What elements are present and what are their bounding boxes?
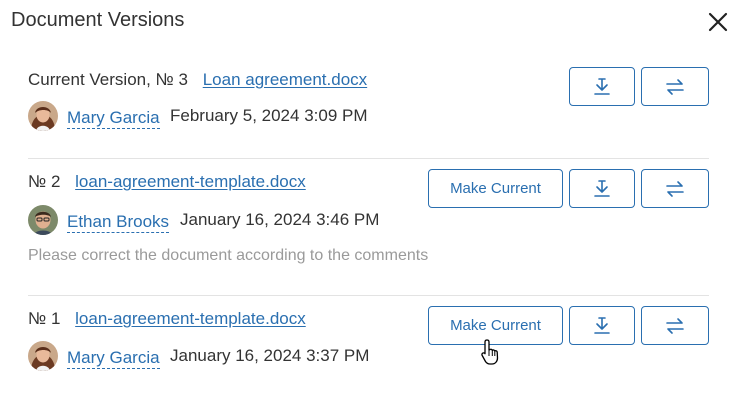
- hand-cursor-icon: [480, 338, 502, 371]
- file-link[interactable]: loan-agreement-template.docx: [75, 172, 306, 191]
- download-button[interactable]: [569, 67, 635, 106]
- version-date: January 16, 2024 3:46 PM: [180, 210, 380, 229]
- version-comment: Please correct the document according to…: [28, 247, 429, 264]
- close-icon[interactable]: [704, 8, 732, 36]
- avatar: [28, 205, 58, 235]
- download-icon: [594, 179, 610, 197]
- version-item-1: № 1 loan-agreement-template.docx Mary Ga…: [28, 295, 709, 371]
- version-header: № 1 loan-agreement-template.docx: [28, 309, 306, 329]
- version-date: February 5, 2024 3:09 PM: [170, 106, 368, 125]
- version-label: № 1: [28, 309, 61, 328]
- compare-arrows-icon: [666, 317, 684, 334]
- dialog-title: Document Versions: [11, 9, 185, 31]
- author-name[interactable]: Mary Garcia: [67, 108, 160, 129]
- version-label: Current Version, № 3: [28, 70, 188, 89]
- compare-button[interactable]: [641, 169, 709, 208]
- avatar: [28, 341, 58, 371]
- document-versions-dialog: Document Versions Current Version, № 3 L…: [0, 0, 737, 405]
- author-name[interactable]: Mary Garcia: [67, 348, 160, 369]
- download-icon: [594, 77, 610, 95]
- compare-arrows-icon: [666, 180, 684, 197]
- version-label: № 2: [28, 172, 61, 191]
- version-item-2: № 2 loan-agreement-template.docx Ethan B…: [28, 158, 709, 264]
- compare-button[interactable]: [641, 67, 709, 106]
- make-current-button[interactable]: Make Current: [428, 169, 563, 208]
- version-header: № 2 loan-agreement-template.docx: [28, 172, 306, 192]
- compare-button[interactable]: [641, 306, 709, 345]
- download-icon: [594, 316, 610, 334]
- compare-arrows-icon: [666, 78, 684, 95]
- version-header: Current Version, № 3 Loan agreement.docx: [28, 70, 367, 90]
- file-link[interactable]: loan-agreement-template.docx: [75, 309, 306, 328]
- download-button[interactable]: [569, 306, 635, 345]
- author-name[interactable]: Ethan Brooks: [67, 212, 170, 233]
- version-date: January 16, 2024 3:37 PM: [170, 346, 370, 365]
- download-button[interactable]: [569, 169, 635, 208]
- file-link[interactable]: Loan agreement.docx: [203, 70, 367, 89]
- avatar: [28, 101, 58, 131]
